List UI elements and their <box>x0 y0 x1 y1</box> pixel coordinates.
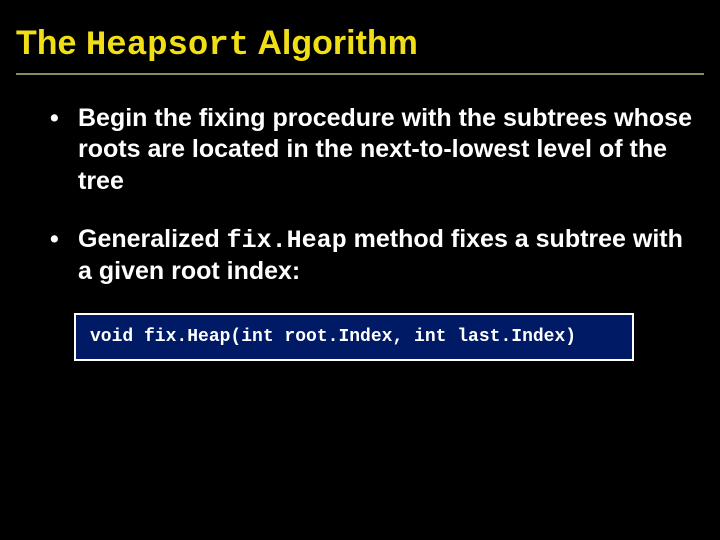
slide-title: The Heapsort Algorithm <box>16 24 704 75</box>
bullet-item: Begin the fixing procedure with the subt… <box>50 103 694 198</box>
bullet-text-pre: Generalized <box>78 225 227 253</box>
title-mono: Heapsort <box>86 27 249 65</box>
bullet-text-mono: fix.Heap <box>227 226 347 255</box>
title-pre: The <box>16 24 86 62</box>
bullet-text-pre: Begin the fixing procedure with the subt… <box>78 104 692 195</box>
title-post: Algorithm <box>249 24 418 62</box>
code-line: void fix.Heap(int root.Index, int last.I… <box>90 327 618 347</box>
bullet-list: Begin the fixing procedure with the subt… <box>16 103 704 287</box>
code-box: void fix.Heap(int root.Index, int last.I… <box>74 313 634 361</box>
bullet-item: Generalized fix.Heap method fixes a subt… <box>50 224 694 288</box>
slide: The Heapsort Algorithm Begin the fixing … <box>0 0 720 540</box>
